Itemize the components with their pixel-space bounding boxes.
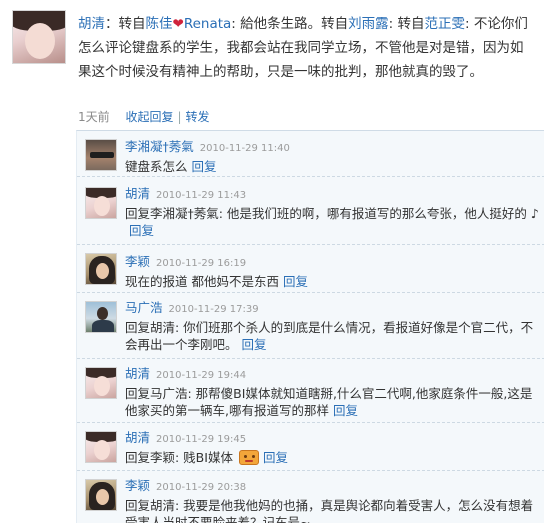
comment-item: 李颖 2010-11-29 16:19 现在的报道 都他妈不是东西 回复 [77,245,544,293]
commenter-avatar[interactable] [85,187,117,219]
comment-text: 现在的报道 都他妈不是东西 回复 [125,274,308,289]
comment-text: 键盘系怎么 回复 [125,159,217,174]
commenter-avatar[interactable] [85,301,117,333]
reply-link[interactable]: 回复 [283,274,308,289]
commenter-name[interactable]: 马广浩 [125,300,163,315]
comment-time: 2010-11-29 11:40 [199,143,290,154]
commenter-name[interactable]: 胡清 [125,186,150,201]
comment-time: 2010-11-29 11:43 [156,190,247,201]
comment-text: 回复胡清: 你们班那个杀人的到底是什么情况，看报道好像是个官二代，不会再出一个李… [125,320,534,352]
reply-link[interactable]: 回复 [192,159,217,174]
post-author-name[interactable]: 胡清 [78,16,105,32]
commenter-avatar[interactable] [85,367,117,399]
commenter-name[interactable]: 李湘凝†莠氣 [125,139,194,154]
comment-time: 2010-11-29 16:19 [156,258,247,269]
angry-face-emoticon-icon [238,450,259,465]
repost-user-chenjia[interactable]: 陈佳 [146,16,173,32]
post-text: 胡清：转自陈佳❤Renata: 給他条生路。转自刘雨露: 转自范正雯: 不论你们… [78,16,528,80]
heart-icon: ❤ [172,16,184,32]
reply-link[interactable]: 回复 [129,223,154,238]
comment-time: 2010-11-29 19:44 [156,370,247,381]
comment-item: 胡清 2010-11-29 19:44 回复马广浩: 那帮傻BI媒体就知道瞎掰,什… [77,359,544,423]
comment-time: 2010-11-29 20:38 [156,482,247,493]
commenter-avatar[interactable] [85,253,117,285]
forward-link[interactable]: 转发 [186,110,210,124]
comment-text: 回复李湘凝†莠氣: 他是我们班的啊，哪有报道写的那么夸张，他人挺好的 ♪回复 [125,206,539,238]
repost-user-renata[interactable]: Renata [184,16,231,32]
comment-item: 李湘凝†莠氣 2010-11-29 11:40 键盘系怎么 回复 [77,131,544,177]
commenter-avatar[interactable] [85,139,117,171]
comment-item: 李颖 2010-11-29 20:38 回复胡清: 我要是他我他妈的也捅，真是舆论… [77,471,544,523]
reply-link[interactable]: 回复 [333,403,358,418]
commenter-avatar[interactable] [85,479,117,511]
comment-item: 马广浩 2010-11-29 17:39 回复胡清: 你们班那个杀人的到底是什么情… [77,293,544,359]
commenter-avatar[interactable] [85,431,117,463]
repost-user-liuyulu[interactable]: 刘雨露 [348,16,389,32]
meta-separator: | [177,110,182,124]
comment-time: 2010-11-29 17:39 [168,304,259,315]
post-author-avatar[interactable] [12,10,66,64]
comment-item: 胡清 2010-11-29 19:45 回复李颖: 贱BI媒体 回复 [77,423,544,471]
comment-time: 2010-11-29 19:45 [156,434,247,445]
collapse-replies-link[interactable]: 收起回复 [125,110,173,124]
post-meta: 1天前 收起回复 | 转发 [78,108,210,125]
comment-text: 回复马广浩: 那帮傻BI媒体就知道瞎掰,什么官二代啊,他家庭条件一般,这是他家买… [125,386,533,418]
comment-text: 回复李颖: 贱BI媒体 回复 [125,450,288,465]
post-time: 1天前 [78,110,110,124]
repost-user-fanzhengwen[interactable]: 范正雯 [424,16,465,32]
music-note-icon: ♪ [530,206,539,221]
comment-text: 回复胡清: 我要是他我他妈的也捅，真是舆论都向着受害人，怎么没有想着受害人当时不… [125,498,534,523]
commenter-name[interactable]: 李颖 [125,478,150,493]
reply-link[interactable]: 回复 [242,337,267,352]
comment-item: 胡清 2010-11-29 11:43 回复李湘凝†莠氣: 他是我们班的啊，哪有报… [77,177,544,245]
commenter-name[interactable]: 李颖 [125,254,150,269]
commenter-name[interactable]: 胡清 [125,366,150,381]
comments-panel: 李湘凝†莠氣 2010-11-29 11:40 键盘系怎么 回复 胡清 2010-11… [76,130,544,523]
weibo-post: 胡清：转自陈佳❤Renata: 給他条生路。转自刘雨露: 转自范正雯: 不论你们… [0,0,544,130]
reply-link[interactable]: 回复 [263,450,288,465]
commenter-name[interactable]: 胡清 [125,430,150,445]
